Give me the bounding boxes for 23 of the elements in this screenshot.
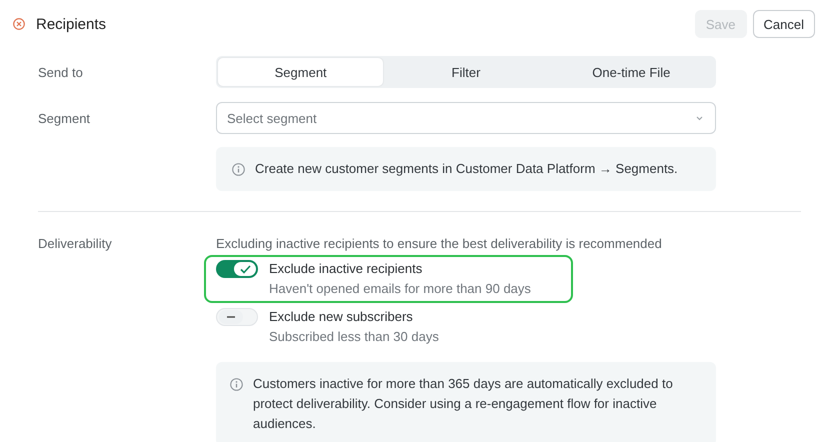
minus-icon — [227, 316, 235, 318]
check-icon — [240, 264, 250, 274]
description-text: Excluding inactive recipients to ensure the best deliverability is recommended — [216, 236, 663, 252]
option-subtitle: Subscribed less than 30 days — [269, 328, 439, 346]
close-icon[interactable] — [13, 18, 25, 30]
tab[interactable]: Segment — [218, 58, 384, 86]
toggle-switch[interactable] — [216, 260, 258, 278]
option-subtitle: Haven't opened emails for more than 90 days — [269, 280, 531, 298]
option-title: Exclude new subscribers — [269, 308, 414, 326]
panel-title: Recipients — [36, 16, 108, 32]
chevron-icon — [696, 116, 703, 120]
option-title: Exclude inactive recipients — [269, 260, 424, 278]
tab[interactable]: One-time File — [548, 58, 714, 86]
toggle-switch[interactable] — [216, 308, 258, 326]
cancel-button[interactable]: Cancel — [752, 10, 815, 38]
field-label: Segment — [38, 110, 92, 126]
placeholder: Select segment — [227, 110, 317, 126]
select-field[interactable]: Select segment — [216, 102, 716, 134]
tab[interactable]: Filter — [383, 58, 549, 86]
field-label: Deliverability — [38, 236, 113, 253]
info-text: Customers inactive for more than 365 days are automatically excluded to protect deliverability. Consider using a re-engagement flow for inactive audiences. — [253, 375, 674, 433]
field-label: Send to — [38, 64, 84, 80]
info-text: Create new customer segments in Customer Data Platform → Segments. — [255, 160, 678, 178]
